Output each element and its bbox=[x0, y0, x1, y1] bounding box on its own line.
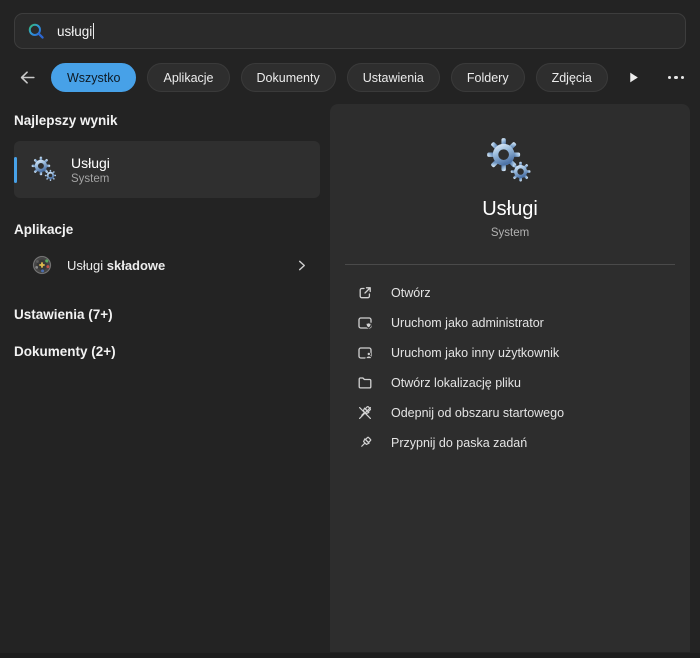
best-match-subtitle: System bbox=[71, 173, 110, 185]
window-bottom-edge bbox=[0, 653, 700, 658]
apps-section-header: Aplikacje bbox=[14, 222, 320, 237]
action-unpin-from-start[interactable]: Odepnij od obszaru startowego bbox=[330, 398, 690, 428]
action-label: Uruchom jako administrator bbox=[391, 316, 544, 330]
tab-aplikacje[interactable]: Aplikacje bbox=[147, 63, 229, 92]
more-filters-button[interactable] bbox=[623, 67, 644, 89]
best-match-text: Usługi System bbox=[71, 155, 110, 185]
action-pin-to-taskbar[interactable]: Przypnij do paska zadań bbox=[330, 428, 690, 458]
settings-section-header[interactable]: Ustawienia (7+) bbox=[14, 307, 320, 322]
documents-section-header[interactable]: Dokumenty (2+) bbox=[14, 344, 320, 359]
tab-wszystko[interactable]: Wszystko bbox=[51, 63, 136, 92]
preview-title: Usługi bbox=[482, 198, 538, 221]
divider bbox=[345, 264, 675, 265]
search-icon bbox=[27, 22, 46, 41]
app-item-uslugi-skladowe[interactable]: Usługi składowe bbox=[14, 245, 320, 285]
action-label: Otwórz bbox=[391, 286, 431, 300]
services-gears-large-icon bbox=[486, 137, 534, 185]
tab-ustawienia[interactable]: Ustawienia bbox=[347, 63, 440, 92]
component-services-icon bbox=[31, 254, 53, 276]
overflow-menu-button[interactable] bbox=[666, 72, 687, 84]
search-query-text: usługi bbox=[57, 24, 92, 39]
tab-foldery[interactable]: Foldery bbox=[451, 63, 525, 92]
action-open-file-location[interactable]: Otwórz lokalizację pliku bbox=[330, 368, 690, 398]
action-run-as-admin[interactable]: Uruchom jako administrator bbox=[330, 308, 690, 338]
ellipsis-icon bbox=[668, 76, 672, 80]
unpin-icon bbox=[356, 405, 373, 422]
folder-icon bbox=[356, 375, 373, 392]
windows-search-panel: usługi Wszystko Aplikacje Dokumenty Usta… bbox=[0, 0, 700, 658]
best-match-title: Usługi bbox=[71, 155, 110, 171]
app-item-label: Usługi składowe bbox=[67, 258, 165, 273]
text-caret bbox=[93, 23, 94, 39]
preview-subtitle: System bbox=[491, 227, 529, 239]
arrow-left-icon bbox=[18, 68, 37, 87]
back-button[interactable] bbox=[14, 65, 40, 91]
action-open[interactable]: Otwórz bbox=[330, 278, 690, 308]
preview-panel: Usługi System Otwórz bbox=[330, 104, 690, 652]
run-as-admin-icon bbox=[356, 315, 373, 332]
action-label: Odepnij od obszaru startowego bbox=[391, 406, 564, 420]
filter-bar: Wszystko Aplikacje Dokumenty Ustawienia … bbox=[14, 62, 686, 93]
services-gears-icon bbox=[31, 156, 58, 183]
selection-accent-bar bbox=[14, 157, 17, 183]
open-external-icon bbox=[356, 285, 373, 302]
action-list: Otwórz Uruchom jako administrator bbox=[330, 278, 690, 458]
chevron-right-icon bbox=[295, 259, 308, 272]
search-input[interactable]: usługi bbox=[14, 13, 686, 49]
action-label: Uruchom jako inny użytkownik bbox=[391, 346, 559, 360]
action-label: Przypnij do paska zadań bbox=[391, 436, 527, 450]
best-match-header: Najlepszy wynik bbox=[14, 113, 320, 128]
tab-dokumenty[interactable]: Dokumenty bbox=[241, 63, 336, 92]
best-match-item-uslugi[interactable]: Usługi System bbox=[14, 141, 320, 198]
results-list: Najlepszy wynik Usługi System Aplikacje bbox=[14, 104, 320, 359]
play-triangle-icon bbox=[627, 71, 640, 84]
run-as-other-user-icon bbox=[356, 345, 373, 362]
tab-zdjecia[interactable]: Zdjęcia bbox=[536, 63, 608, 92]
action-run-as-other-user[interactable]: Uruchom jako inny użytkownik bbox=[330, 338, 690, 368]
pin-icon bbox=[356, 435, 373, 452]
action-label: Otwórz lokalizację pliku bbox=[391, 376, 521, 390]
